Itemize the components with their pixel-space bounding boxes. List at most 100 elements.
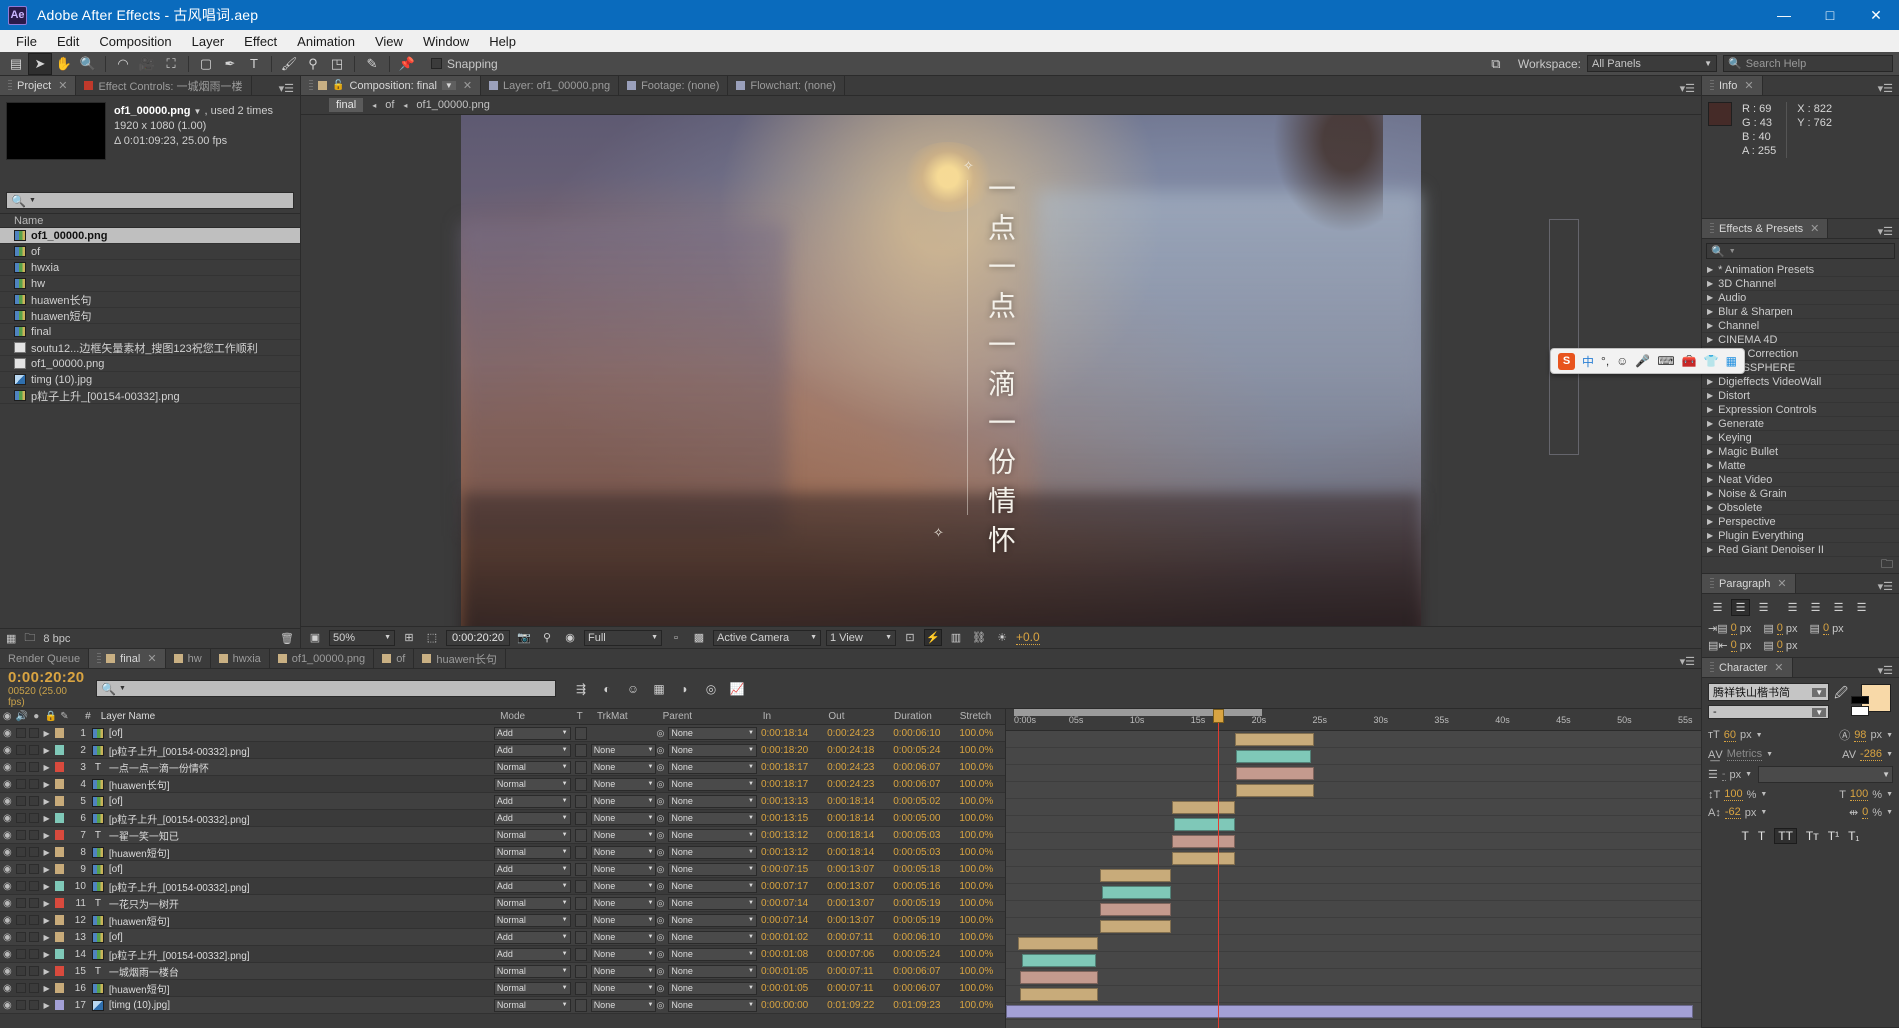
effect-category-row[interactable]: ▶ CINEMA 4D (1702, 333, 1899, 347)
project-item[interactable]: soutu12...边框矢量素材_搜图123祝您工作顺利 (0, 340, 300, 356)
layer-duration-bar[interactable] (1101, 886, 1171, 899)
close-icon[interactable]: ✕ (1774, 661, 1783, 674)
effect-category-row[interactable]: ▶ Noise & Grain (1702, 487, 1899, 501)
layer-out-point[interactable]: 0:00:18:14 (823, 796, 889, 807)
layer-out-point[interactable]: 0:00:13:07 (823, 881, 889, 892)
effect-category-row[interactable]: ▶ Expression Controls (1702, 403, 1899, 417)
track-row[interactable] (1006, 1003, 1701, 1020)
chevron-down-icon[interactable]: ▼ (1760, 809, 1767, 816)
timeline-current-time[interactable]: 0:00:20:20 00520 (25.00 fps) (0, 669, 86, 708)
parent-pickwhip-icon[interactable]: ◎ (656, 932, 664, 943)
layer-duration[interactable]: 0:00:06:10 (889, 728, 955, 739)
composition-viewer[interactable]: ✧ ✧ 一点一点一滴一份情怀 (301, 115, 1701, 626)
eraser-tool[interactable]: ◳ (325, 53, 349, 75)
parent-select[interactable]: None ▼ (668, 743, 757, 757)
pan-behind-tool[interactable]: ⛶ (159, 53, 183, 75)
expand-arrow-icon[interactable]: ▶ (40, 831, 53, 840)
solo-toggle-icon[interactable] (27, 966, 40, 976)
delete-icon[interactable]: 🗑 (280, 632, 294, 645)
solo-toggle-icon[interactable] (27, 864, 40, 874)
trkmat-select[interactable]: None ▼ (590, 930, 657, 944)
smiley-icon[interactable]: ☺ (1616, 354, 1628, 368)
video-toggle-icon[interactable]: ◉ (0, 728, 15, 739)
layer-out-point[interactable]: 0:00:07:11 (823, 966, 889, 977)
solo-toggle-icon[interactable] (27, 745, 40, 755)
chevron-down-icon[interactable]: ▼ (1760, 791, 1767, 798)
close-icon[interactable]: ✕ (463, 79, 472, 92)
current-time-indicator-handle[interactable] (1213, 709, 1224, 723)
resolution-select[interactable]: Full ▼ (584, 629, 662, 646)
layer-label-color[interactable] (53, 932, 66, 942)
layer-in-point[interactable]: 0:00:07:17 (757, 881, 823, 892)
chevron-down-icon[interactable]: ▼ (1886, 732, 1893, 739)
track-row[interactable] (1006, 816, 1701, 833)
tab-project-0[interactable]: Project ✕ (0, 76, 77, 95)
layer-duration-bar[interactable] (1018, 937, 1098, 950)
horizontal-scale-field[interactable]: T 100 % ▼ (1839, 788, 1893, 801)
project-search-input[interactable]: 🔍 ▼ (6, 192, 294, 209)
layer-row[interactable]: ◉ ▶ 1 [of] Add ▼ ◎ None ▼ 0:00:18:14 0:00:24:23 0:0… (0, 725, 1005, 742)
chevron-right-icon[interactable]: ▶ (1707, 419, 1713, 428)
layer-duration-bar[interactable] (1235, 767, 1314, 780)
menu-item-composition[interactable]: Composition (89, 31, 181, 52)
layer-row[interactable]: ◉ ▶ 16 [huawen短句] Normal ▼ None ▼ ◎ None ▼ 0:00:01:… (0, 980, 1005, 997)
indent-right-field[interactable]: ▤⇤ 0 px (1708, 639, 1751, 652)
layer-label-color[interactable] (53, 813, 66, 823)
layer-name-cell[interactable]: [timg (10).jpg] (91, 999, 494, 1011)
preserve-transparency-cell[interactable] (571, 930, 591, 944)
layer-label-color[interactable] (53, 915, 66, 925)
layer-stretch[interactable]: 100.0% (955, 864, 1005, 875)
shape-tool[interactable]: ▢ (194, 53, 218, 75)
chevron-right-icon[interactable]: ▶ (1707, 335, 1713, 344)
tsume-field[interactable]: ⇹ 0 % ▼ (1849, 806, 1893, 819)
indent-left-field[interactable]: ⇥▤ 0 px (1708, 622, 1751, 635)
layer-in-point[interactable]: 0:00:18:17 (757, 762, 823, 773)
layer-in-point[interactable]: 0:00:07:15 (757, 864, 823, 875)
current-time-indicator[interactable] (1218, 709, 1219, 1028)
parent-pickwhip-icon[interactable]: ◎ (656, 796, 664, 807)
shirt-icon[interactable]: 👕 (1704, 354, 1719, 368)
layer-rows[interactable]: ◉ ▶ 1 [of] Add ▼ ◎ None ▼ 0:00:18:14 0:00:24:23 0:0… (0, 725, 1005, 1028)
track-row[interactable] (1006, 918, 1701, 935)
layer-row[interactable]: ◉ ▶ 14 [p粒子上升_[00154-00332].png] Add ▼ None ▼ ◎ N… (0, 946, 1005, 963)
stroke-width-field[interactable]: ☰ - px ▼ (1708, 768, 1752, 781)
snapping-checkbox[interactable] (431, 58, 442, 69)
search-help-input[interactable]: 🔍 Search Help (1723, 55, 1893, 72)
layer-in-point[interactable]: 0:00:01:02 (757, 932, 823, 943)
expand-arrow-icon[interactable]: ▶ (40, 729, 53, 738)
trkmat-select[interactable]: None ▼ (590, 947, 657, 961)
lyric-text-layer[interactable]: 一点一点一滴一份情怀 (979, 174, 1019, 564)
audio-toggle-icon[interactable] (15, 932, 28, 942)
project-item[interactable]: timg (10).jpg (0, 372, 300, 388)
expand-arrow-icon[interactable]: ▶ (40, 916, 53, 925)
parent-select[interactable]: None ▼ (668, 896, 757, 910)
layer-duration[interactable]: 0:00:05:24 (889, 745, 955, 756)
trkmat-select[interactable]: None ▼ (590, 862, 657, 876)
chevron-right-icon[interactable]: ▶ (1707, 489, 1713, 498)
audio-toggle-icon[interactable] (15, 779, 28, 789)
project-column-header[interactable]: Name (0, 213, 300, 228)
layer-in-point[interactable]: 0:00:13:12 (757, 830, 823, 841)
new-folder-icon[interactable]: 🗀 (24, 629, 35, 648)
layer-stretch[interactable]: 100.0% (955, 847, 1005, 858)
solo-toggle-icon[interactable] (27, 949, 40, 959)
effect-category-row[interactable]: ▶ Plugin Everything (1702, 529, 1899, 543)
layer-out-point[interactable]: 0:00:13:07 (823, 864, 889, 875)
layer-name-cell[interactable]: [huawen短句] (91, 913, 494, 928)
chevron-down-icon[interactable]: ▼ (1766, 751, 1773, 758)
preserve-transparency-cell[interactable] (571, 981, 591, 995)
track-row[interactable] (1006, 867, 1701, 884)
hide-shy-layers-icon[interactable]: ☺ (622, 680, 644, 698)
layer-row[interactable]: ◉ ▶ 9 [of] Add ▼ None ▼ ◎ None ▼ 0:00:07:15 0:00:13:… (0, 861, 1005, 878)
mic-icon[interactable]: 🎤 (1635, 354, 1650, 368)
composition-canvas[interactable]: ✧ ✧ 一点一点一滴一份情怀 (461, 115, 1421, 626)
layer-stretch[interactable]: 100.0% (955, 915, 1005, 926)
layer-duration[interactable]: 0:00:05:19 (889, 915, 955, 926)
indent-first-field[interactable]: ▤ 0 px (1810, 622, 1844, 635)
project-item-list[interactable]: of1_00000.png of hwxia hw huawen长句 huawen短句 fi… (0, 228, 300, 628)
parent-pickwhip-icon[interactable]: ◎ (656, 745, 664, 756)
type-tool[interactable]: T (242, 53, 266, 75)
time-ruler[interactable]: 0:00s 05s 10s 15s 20s 25s 30s 35s 40s 45s 50s 55s (1006, 709, 1701, 731)
video-toggle-icon[interactable]: ◉ (0, 745, 15, 756)
video-toggle-icon[interactable]: ◉ (0, 949, 15, 960)
